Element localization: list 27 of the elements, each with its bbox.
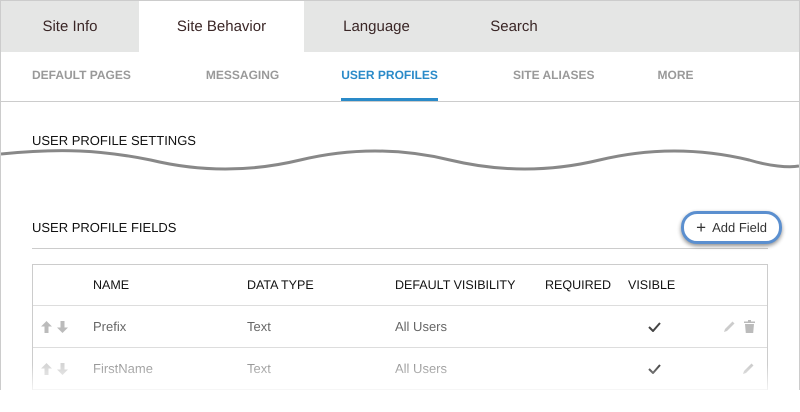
pencil-icon[interactable] — [723, 320, 736, 333]
down-arrow-icon[interactable] — [57, 320, 68, 332]
column-header: REQUIRED — [545, 278, 612, 292]
table-cell-text: Text — [247, 319, 272, 334]
table-cell-text: Prefix — [93, 319, 128, 334]
down-arrow-icon[interactable] — [57, 362, 68, 374]
add-field-button[interactable]: + Add Field — [681, 210, 782, 244]
tab[interactable]: Language — [304, 1, 449, 52]
column-header: DEFAULT VISIBILITY — [395, 278, 516, 292]
table-row[interactable]: Prefix Text All Users — [33, 306, 767, 348]
column-header: DATA TYPE — [247, 278, 315, 292]
column-header: VISIBLE — [628, 278, 676, 292]
section-title: USER PROFILE SETTINGS — [32, 133, 196, 148]
table-cell-text: All Users — [395, 319, 448, 334]
subtab[interactable]: USER PROFILES — [341, 52, 438, 101]
up-arrow-icon[interactable] — [41, 320, 52, 332]
column-header: NAME — [93, 278, 130, 292]
tab[interactable]: Search — [449, 1, 579, 52]
trash-icon[interactable] — [744, 320, 755, 333]
table-cell-text: Text — [247, 361, 272, 376]
section-title: USER PROFILE FIELDS — [32, 220, 176, 234]
tab[interactable]: Site Info — [1, 1, 139, 52]
pencil-icon[interactable] — [742, 362, 755, 375]
up-arrow-icon[interactable] — [41, 362, 52, 374]
table-cell-text: FirstName — [93, 361, 154, 376]
table-cell-text: All Users — [395, 361, 448, 376]
tab[interactable]: Site Behavior — [139, 1, 304, 52]
